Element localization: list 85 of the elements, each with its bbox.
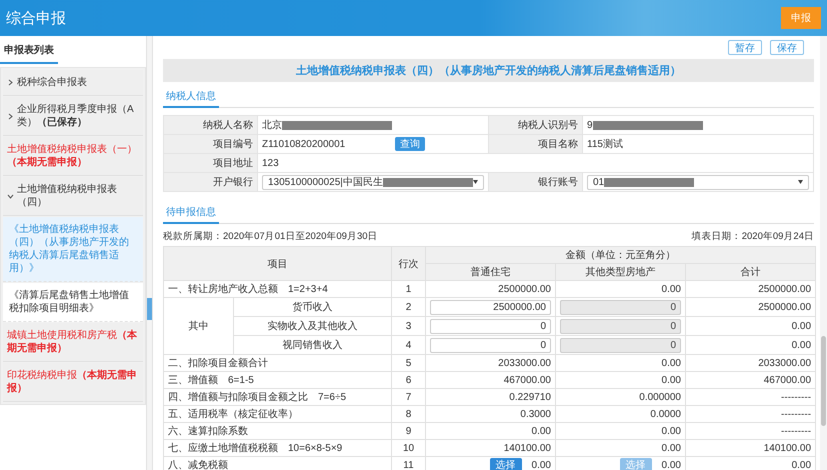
group-label: 其中 — [164, 298, 234, 354]
line-number: 6 — [392, 372, 426, 388]
field-label: 纳税人识别号 — [488, 116, 582, 134]
table-cell: 140100.00 — [686, 440, 816, 456]
dropdown-caret-icon — [473, 180, 478, 184]
table-cell: 0.00 — [686, 336, 816, 354]
section-tab[interactable]: 待申报信息 — [163, 202, 219, 224]
row-label: 六、速算扣除系数 — [164, 422, 392, 440]
line-number: 5 — [392, 354, 426, 372]
table-cell: 2033000.00 — [426, 354, 556, 372]
amount-input[interactable]: 2500000.00 — [430, 300, 551, 314]
table-cell: --------- — [686, 422, 816, 440]
line-number: 1 — [392, 280, 426, 298]
fill-date: 填表日期：2020年09月24日 — [692, 230, 814, 243]
table-cell: 0.3000 — [426, 406, 556, 422]
table-cell: 467000.00 — [426, 372, 556, 388]
table-cell: 0.00 — [556, 422, 686, 440]
line-number: 9 — [392, 422, 426, 440]
row-label: 八、减免税额 — [164, 456, 392, 470]
field-label: 纳税人名称 — [164, 116, 258, 134]
row-label: 货币收入 — [234, 298, 392, 316]
column-header: 行次 — [392, 246, 426, 280]
field-value: 115测试 — [587, 138, 623, 151]
select-button[interactable]: 选择 — [490, 458, 522, 470]
row-label: 一、转让房地产收入总额 1=2+3+4 — [164, 280, 392, 298]
table-cell: 0.229710 — [426, 388, 556, 406]
row-label: 二、扣除项目金额合计 — [164, 354, 392, 372]
line-number: 10 — [392, 440, 426, 456]
field-label: 开户银行 — [164, 172, 258, 192]
line-number: 4 — [392, 336, 426, 354]
row-label: 视同销售收入 — [234, 336, 392, 354]
table-cell: 0.0000 — [556, 406, 686, 422]
dropdown-caret-icon — [798, 180, 803, 184]
collapse-handle[interactable] — [147, 298, 152, 320]
column-header: 其他类型房地产 — [556, 264, 686, 280]
table-cell: 467000.00 — [686, 372, 816, 388]
field-value: 9 — [587, 120, 703, 130]
cell-value: 0.00 — [532, 460, 551, 470]
tax-period: 税款所属期：2020年07月01日至2020年09月30日 — [163, 230, 378, 243]
column-header: 普通住宅 — [426, 264, 556, 280]
row-label: 五、适用税率（核定征收率） — [164, 406, 392, 422]
row-label: 三、增值额 6=1-5 — [164, 372, 392, 388]
table-cell: 0.00 — [556, 372, 686, 388]
table-cell: 0.00 — [686, 316, 816, 336]
table-cell: 0.00 — [426, 422, 556, 440]
form-title: 土地增值税纳税申报表（四）（从事房地产开发的纳税人清算后尾盘销售适用） — [163, 59, 814, 82]
line-number: 3 — [392, 316, 426, 336]
toolbar-button[interactable]: 暂存 — [728, 40, 762, 55]
table-cell: 0.00 — [556, 354, 686, 372]
row-label: 四、增值额与扣除项目金额之比 7=6÷5 — [164, 388, 392, 406]
field-value: 123 — [262, 158, 279, 168]
select-field[interactable]: 01 — [587, 174, 809, 190]
field-value: 01 — [593, 176, 694, 188]
table-cell: 0.00 — [556, 280, 686, 298]
app-title: 综合申报 — [6, 8, 66, 28]
table-cell: 0.000000 — [556, 388, 686, 406]
toolbar-button[interactable]: 保存 — [770, 40, 804, 55]
amount-input[interactable]: 0 — [430, 318, 551, 334]
table-cell: 2500000.00 — [686, 280, 816, 298]
table-cell: 2500000.00 — [686, 298, 816, 316]
field-label: 项目编号 — [164, 134, 258, 154]
column-header: 金额（单位：元至角分） — [426, 246, 816, 264]
column-header: 合计 — [686, 264, 816, 280]
row-label: 七、应缴土地增值税税额 10=6×8-5×9 — [164, 440, 392, 456]
scrollbar-thumb[interactable] — [821, 336, 826, 426]
field-value: 北京 — [262, 118, 392, 132]
line-number: 8 — [392, 406, 426, 422]
amount-input[interactable]: 0 — [430, 338, 551, 352]
table-cell: 2500000.00 — [426, 280, 556, 298]
line-number: 7 — [392, 388, 426, 406]
table-cell: 140100.00 — [426, 440, 556, 456]
table-cell: 0.00 — [556, 440, 686, 456]
line-number: 2 — [392, 298, 426, 316]
sidebar-heading: 申报表列表 — [0, 44, 58, 64]
field-label: 银行账号 — [488, 172, 582, 192]
table-cell: --------- — [686, 388, 816, 406]
field-value: Z11010820200001 — [262, 138, 346, 150]
sidebar-subitem[interactable]: 《清算后尾盘销售土地增值税扣除项目明细表》 — [3, 283, 143, 322]
table-cell: 2033000.00 — [686, 354, 816, 372]
field-label: 项目地址 — [164, 154, 258, 172]
field-label: 项目名称 — [488, 134, 582, 154]
row-label: 实物收入及其他收入 — [234, 316, 392, 336]
table-cell: --------- — [686, 406, 816, 422]
cell-value: 0.00 — [662, 460, 681, 470]
column-header: 项目 — [164, 246, 392, 280]
